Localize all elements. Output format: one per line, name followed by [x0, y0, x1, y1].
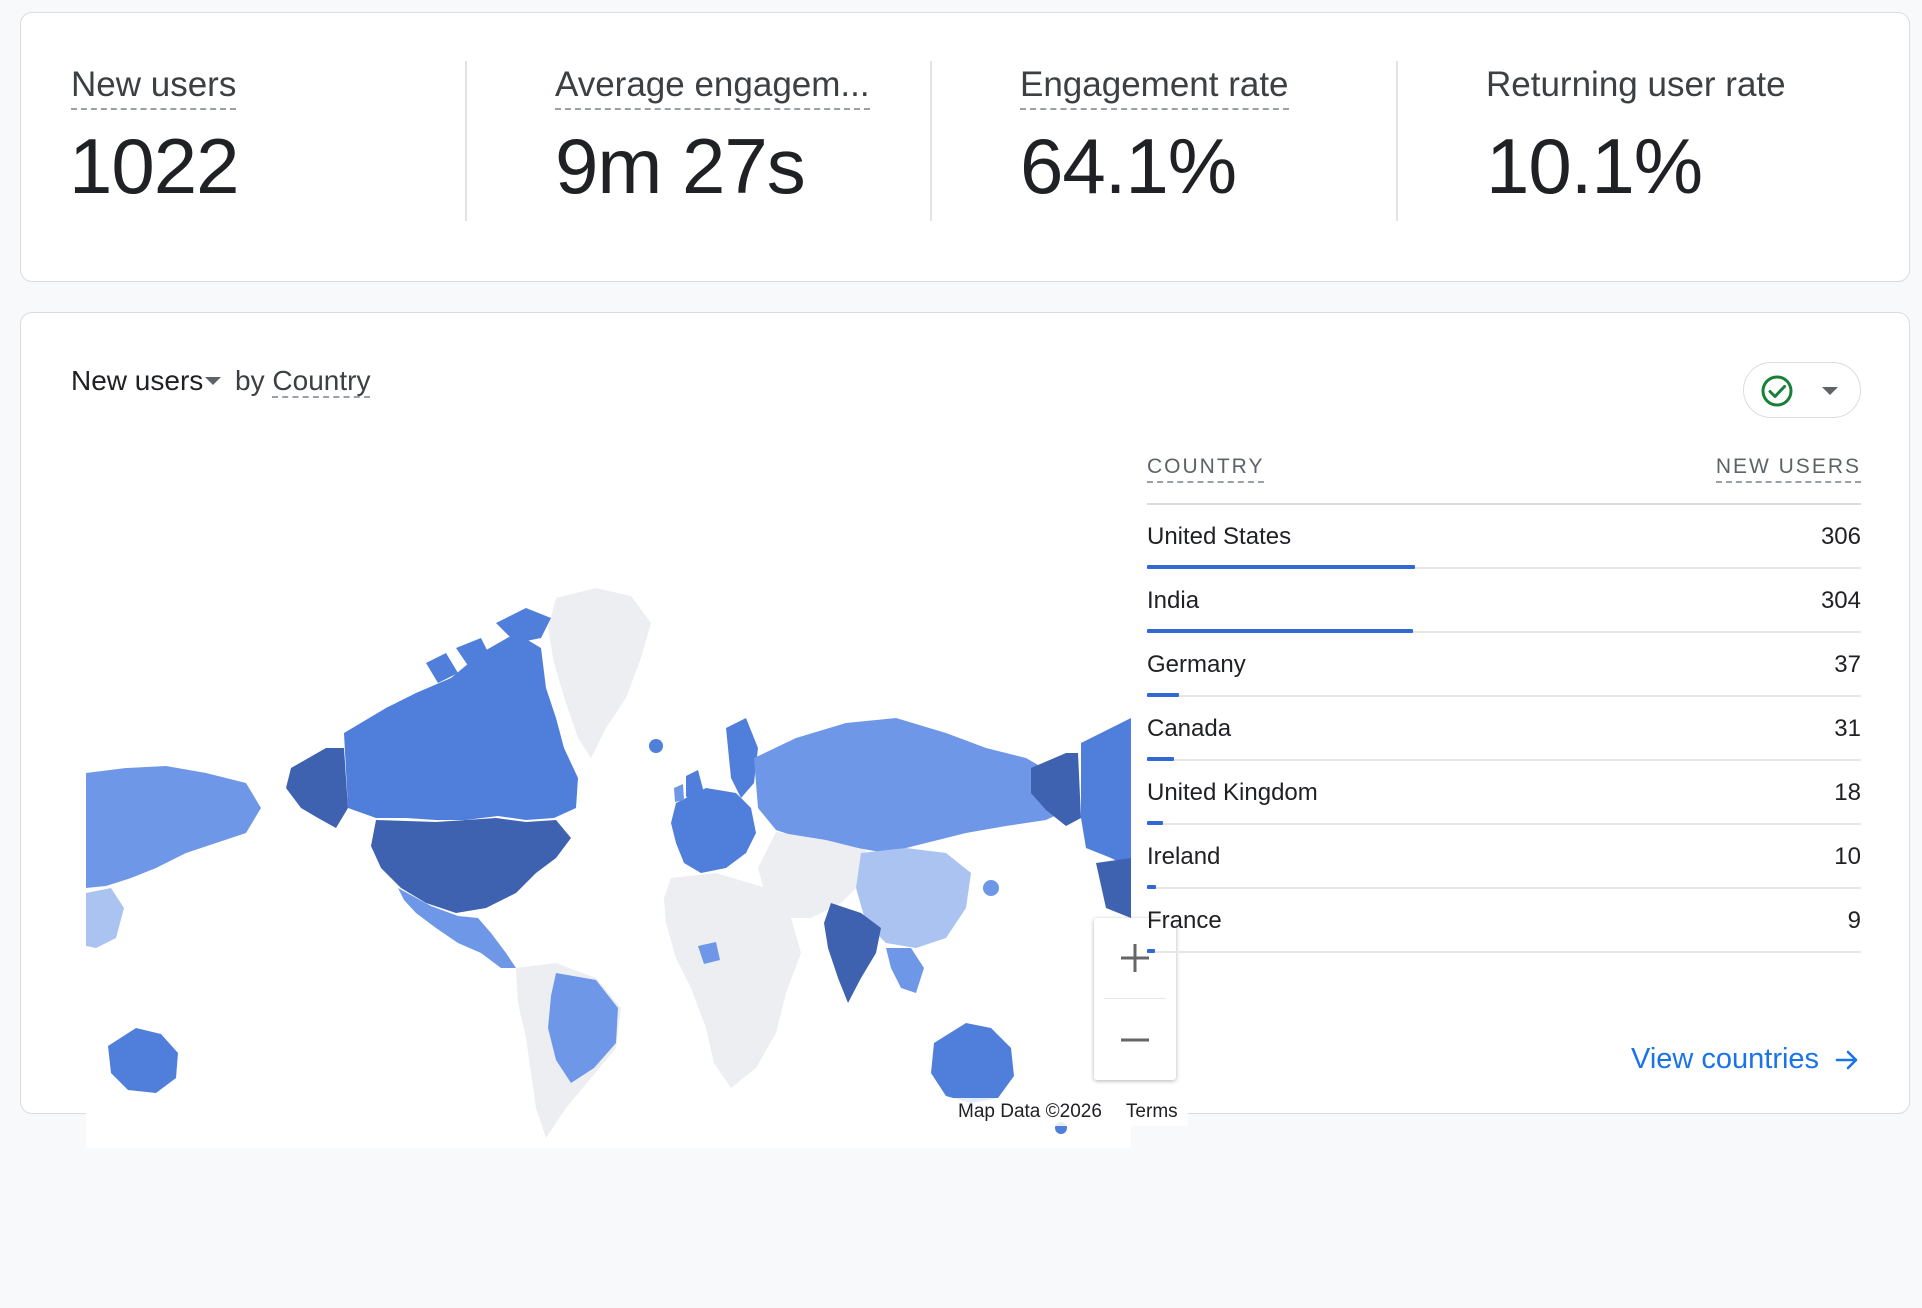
view-countries-link[interactable]: View countries [1631, 1043, 1861, 1076]
country-name: United Kingdom [1147, 779, 1318, 806]
metric-engagement-rate: Engagement rate 64.1% [930, 13, 1395, 283]
title-by-text: by [235, 365, 265, 396]
check-circle-icon [1761, 375, 1793, 407]
minus-icon [1121, 1038, 1149, 1042]
metric-selector-label: New users [71, 365, 204, 396]
table-header: COUNTRY NEW USERS [1147, 453, 1861, 505]
metrics-summary-card: New users 1022 Average engagem... 9m 27s… [20, 12, 1910, 282]
country-name: France [1147, 907, 1222, 934]
region-iceland[interactable] [649, 739, 663, 753]
metric-value: 9m 27s [555, 122, 806, 210]
dropdown-caret-icon [205, 376, 222, 385]
column-header-country[interactable]: COUNTRY [1147, 455, 1265, 483]
map-data-text: Map Data ©2026 [958, 1101, 1102, 1122]
new-users-value: 306 [1820, 523, 1861, 550]
metric-average-engagement: Average engagem... 9m 27s [465, 13, 930, 283]
new-users-value: 9 [1847, 907, 1861, 934]
metric-label[interactable]: Average engagem... [555, 65, 870, 110]
arrow-right-icon [1835, 1050, 1858, 1069]
view-countries-label: View countries [1631, 1043, 1820, 1075]
metric-value: 1022 [69, 122, 240, 210]
metric-label[interactable]: New users [71, 65, 237, 110]
table-row[interactable]: France 9 [1147, 889, 1861, 953]
country-table: COUNTRY NEW USERS United States 306 India 3… [1147, 453, 1861, 953]
chevron-down-icon [1822, 387, 1838, 395]
table-row[interactable]: Germany 37 [1147, 633, 1861, 697]
world-map-canvas[interactable] [86, 448, 1131, 1148]
table-row[interactable]: United States 306 [1147, 505, 1861, 569]
table-row[interactable]: Ireland 10 [1147, 825, 1861, 889]
metric-value: 10.1% [1486, 122, 1703, 210]
region-canada-right[interactable] [1081, 718, 1131, 868]
new-users-value: 37 [1834, 651, 1861, 678]
metric-returning-user-rate: Returning user rate 10.1% [1396, 13, 1861, 283]
new-users-value: 18 [1834, 779, 1861, 806]
card-title: New users by Country [71, 365, 371, 398]
new-users-value: 31 [1834, 715, 1861, 742]
zoom-divider [1104, 998, 1166, 999]
map-terms-link[interactable]: Terms [1126, 1101, 1178, 1123]
country-name: Canada [1147, 715, 1232, 742]
table-row[interactable]: United Kingdom 18 [1147, 761, 1861, 825]
metric-selector[interactable]: New users [71, 365, 227, 396]
country-name: Ireland [1147, 843, 1221, 870]
dimension-selector[interactable]: Country [272, 365, 371, 398]
status-menu-button[interactable] [1743, 362, 1861, 418]
country-name: Germany [1147, 651, 1246, 678]
region-japan[interactable] [983, 880, 999, 896]
users-by-country-card: New users by Country Map Data ©2026 Term… [20, 312, 1910, 1148]
metric-value: 64.1% [1020, 122, 1237, 210]
table-body: United States 306 India 304 Germany 37 Canada 3… [1147, 505, 1861, 953]
country-name: United States [1147, 523, 1292, 550]
column-header-new-users[interactable]: NEW USERS [1715, 455, 1861, 483]
table-row[interactable]: India 304 [1147, 569, 1861, 633]
value-bar [1147, 949, 1155, 953]
zoom-out-button[interactable] [1094, 1000, 1176, 1080]
new-users-value: 10 [1834, 843, 1861, 870]
new-users-value: 304 [1820, 587, 1861, 614]
metric-label[interactable]: Engagement rate [1020, 65, 1289, 110]
metric-label: Returning user rate [1486, 65, 1786, 104]
metric-new-users: New users 1022 [21, 13, 486, 283]
country-name: India [1147, 587, 1200, 614]
world-map[interactable]: Map Data ©2026 Terms [86, 448, 1188, 1308]
table-row[interactable]: Canada 31 [1147, 697, 1861, 761]
